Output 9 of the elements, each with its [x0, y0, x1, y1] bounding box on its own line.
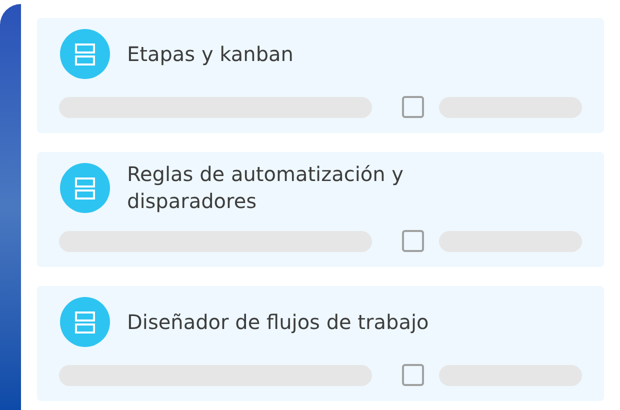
stack-icon: [59, 28, 111, 80]
checkbox[interactable]: [402, 230, 424, 252]
checkbox[interactable]: [402, 364, 424, 386]
stack-icon: [59, 162, 111, 214]
card-title: Diseñador de flujos de trabajo: [127, 308, 430, 336]
checkbox[interactable]: [402, 96, 424, 118]
card-title: Reglas de automatización y disparadores: [127, 161, 405, 215]
card-title: Etapas y kanban: [127, 40, 294, 68]
stack-icon: [59, 296, 111, 348]
